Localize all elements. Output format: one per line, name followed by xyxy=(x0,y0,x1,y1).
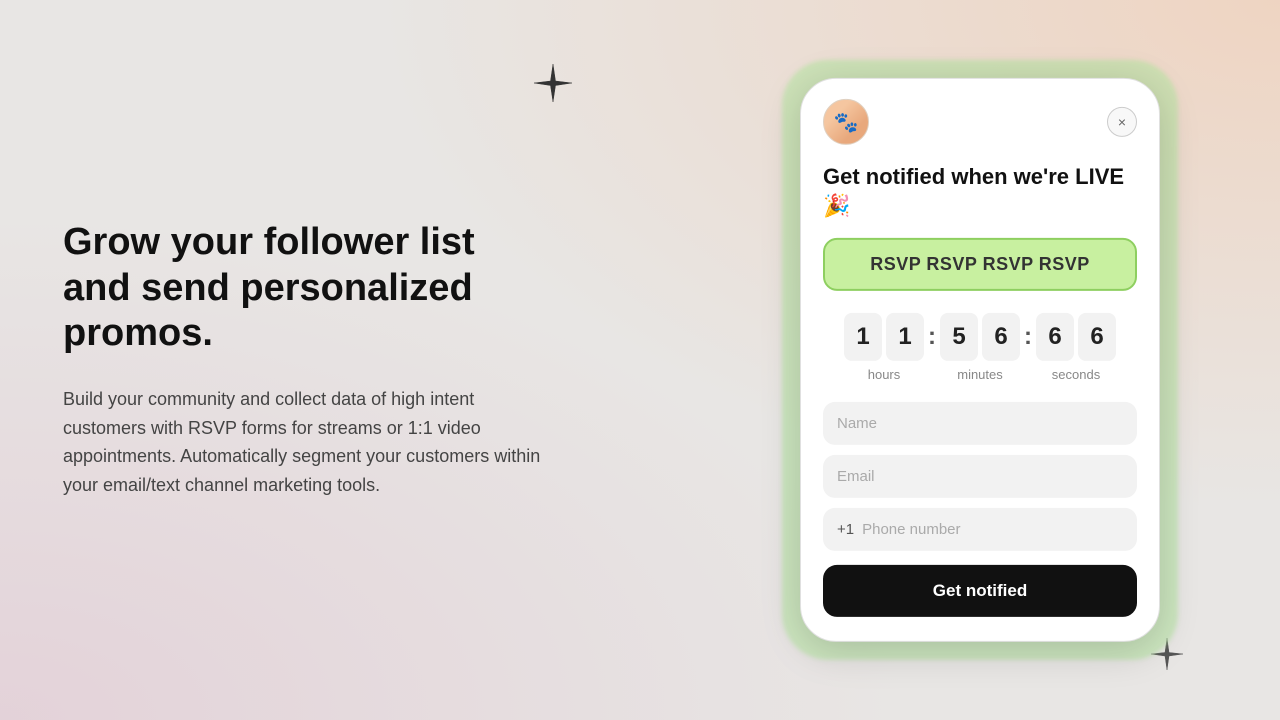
colon-1: : xyxy=(928,313,936,351)
second-digit-1: 6 xyxy=(1036,313,1074,361)
hours-group: 1 1 hours xyxy=(844,313,924,382)
rsvp-form: +1 Get notified xyxy=(823,402,1137,617)
seconds-label: seconds xyxy=(1052,367,1100,382)
star-top-icon xyxy=(532,62,574,113)
notification-heading: Get notified when we're LIVE 🎉 xyxy=(823,163,1137,220)
minutes-group: 5 6 minutes xyxy=(940,313,1020,382)
avatar-emoji: 🐾 xyxy=(834,109,859,134)
body-text: Build your community and collect data of… xyxy=(63,385,543,500)
phone-field-wrapper: +1 xyxy=(823,508,1137,551)
colon-2: : xyxy=(1024,313,1032,351)
hours-digits: 1 1 xyxy=(844,313,924,361)
avatar: 🐾 xyxy=(823,99,869,145)
countdown-timer: 1 1 hours : 5 6 minutes : 6 6 seconds xyxy=(823,313,1137,382)
phone-input[interactable] xyxy=(862,521,1123,538)
phone-header: 🐾 × xyxy=(823,99,1137,145)
minute-digit-2: 6 xyxy=(982,313,1020,361)
main-heading: Grow your follower list and send persona… xyxy=(63,220,543,357)
hour-digit-2: 1 xyxy=(886,313,924,361)
second-digit-2: 6 xyxy=(1078,313,1116,361)
name-input[interactable] xyxy=(823,402,1137,445)
email-input[interactable] xyxy=(823,455,1137,498)
minutes-digits: 5 6 xyxy=(940,313,1020,361)
seconds-digits: 6 6 xyxy=(1036,313,1116,361)
close-button[interactable]: × xyxy=(1107,107,1137,137)
minutes-label: minutes xyxy=(957,367,1003,382)
phone-mockup: 🐾 × Get notified when we're LIVE 🎉 RSVP … xyxy=(800,78,1160,642)
left-panel: Grow your follower list and send persona… xyxy=(63,220,543,500)
hours-label: hours xyxy=(868,367,901,382)
get-notified-button[interactable]: Get notified xyxy=(823,565,1137,617)
minute-digit-1: 5 xyxy=(940,313,978,361)
phone-frame: 🐾 × Get notified when we're LIVE 🎉 RSVP … xyxy=(800,78,1160,642)
seconds-group: 6 6 seconds xyxy=(1036,313,1116,382)
country-code: +1 xyxy=(837,521,854,538)
hour-digit-1: 1 xyxy=(844,313,882,361)
rsvp-button[interactable]: RSVP RSVP RSVP RSVP xyxy=(823,238,1137,291)
